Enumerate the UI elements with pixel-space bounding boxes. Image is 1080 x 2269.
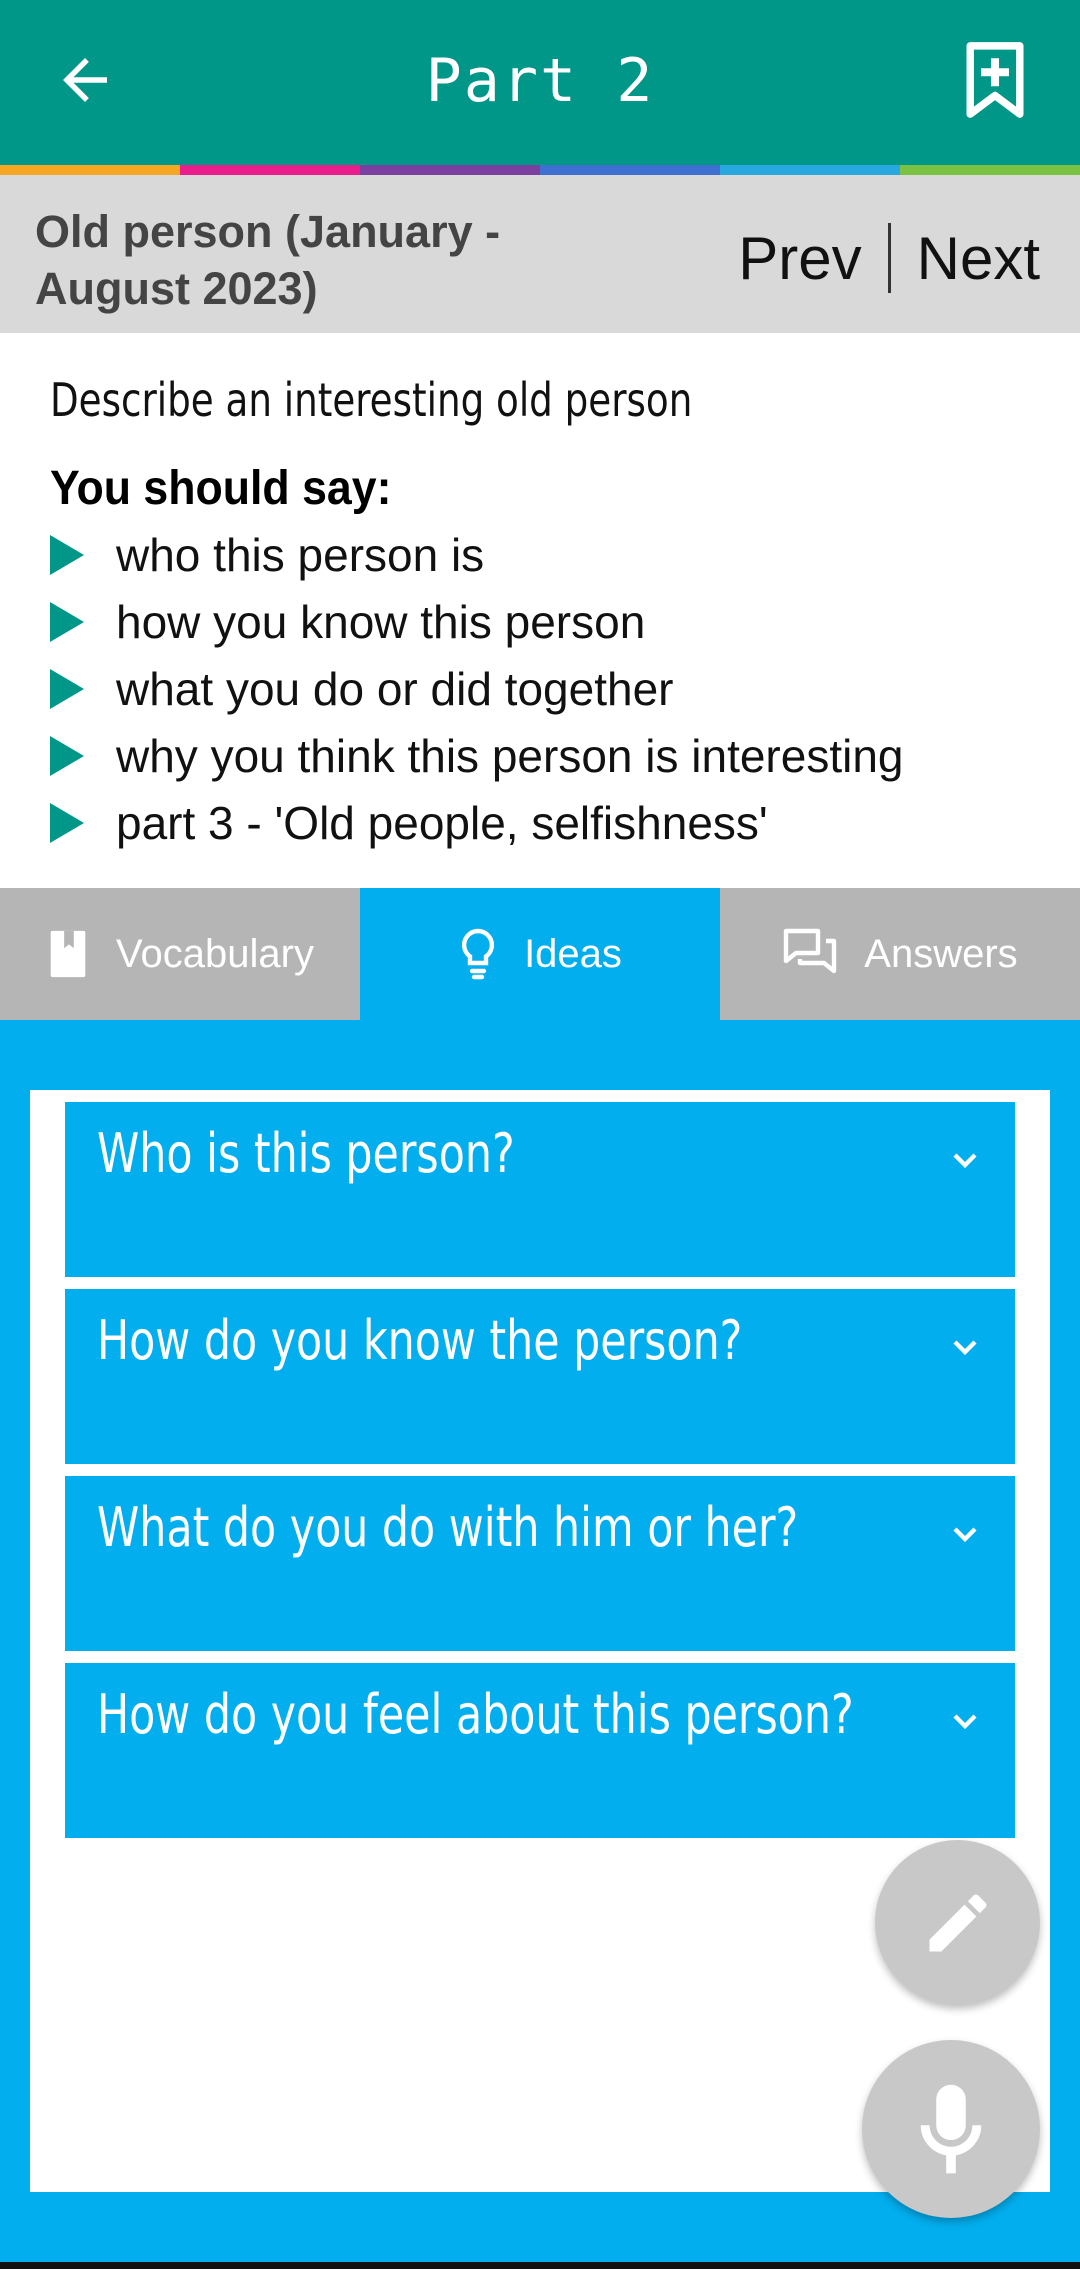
accordion-item[interactable]: How do you feel about this person? (65, 1663, 1015, 1838)
list-item: how you know this person (50, 588, 904, 655)
stripe-segment (540, 165, 720, 175)
color-stripe (0, 165, 1080, 175)
pagination: Prev Next (738, 223, 1040, 293)
topic-header: Old person (January - August 2023) Prev … (0, 175, 1080, 333)
page-title: Part 2 (425, 45, 655, 116)
book-icon (46, 929, 90, 979)
accordion-question: What do you do with him or her? (97, 1496, 799, 1559)
cue-point-text: how you know this person (116, 595, 646, 648)
ideas-panel: Who is this person? How do you know the … (30, 1090, 1050, 2192)
accordion-item[interactable]: Who is this person? (65, 1102, 1015, 1277)
cue-card: Describe an interesting old person You s… (0, 333, 1080, 888)
system-bottom-edge (0, 2262, 1080, 2269)
list-item: who this person is (50, 521, 904, 588)
accordion-question: How do you know the person? (97, 1309, 743, 1372)
stripe-segment (720, 165, 900, 175)
pencil-icon (929, 1893, 987, 1951)
arrow-back-icon (63, 58, 107, 102)
triangle-bullet-icon (50, 534, 84, 575)
cue-point-text: part 3 - 'Old people, selfishness' (116, 796, 768, 849)
microphone-icon (920, 2084, 982, 2174)
accordion-item[interactable]: How do you know the person? (65, 1289, 1015, 1464)
triangle-bullet-icon (50, 668, 84, 709)
back-button[interactable] (40, 35, 130, 125)
bookmark-add-icon (966, 42, 1024, 118)
stripe-segment (180, 165, 360, 175)
should-say-heading: You should say: (50, 462, 392, 515)
tab-bar: Vocabulary Ideas Answers (0, 888, 1080, 1020)
accordion-item[interactable]: What do you do with him or her? (65, 1476, 1015, 1651)
list-item: what you do or did together (50, 655, 904, 722)
tab-ideas[interactable]: Ideas (360, 888, 720, 1020)
chevron-down-icon (953, 1340, 977, 1356)
cue-point-text: who this person is (116, 528, 485, 581)
stripe-segment (900, 165, 1080, 175)
cue-point-text: what you do or did together (116, 662, 674, 715)
chevron-down-icon (953, 1153, 977, 1169)
cue-points-list: who this person is how you know this per… (50, 521, 904, 856)
tab-vocabulary[interactable]: Vocabulary (0, 888, 360, 1020)
chevron-down-icon (953, 1527, 977, 1543)
cue-description: Describe an interesting old person (50, 373, 693, 427)
edit-fab[interactable] (875, 1840, 1040, 2005)
microphone-fab[interactable] (862, 2040, 1040, 2218)
chat-bubbles-icon (782, 927, 838, 981)
triangle-bullet-icon (50, 802, 84, 843)
tab-answers[interactable]: Answers (720, 888, 1080, 1020)
list-item: part 3 - 'Old people, selfishness' (50, 789, 904, 856)
next-button[interactable]: Next (917, 224, 1040, 293)
triangle-bullet-icon (50, 735, 84, 776)
accordion-question: Who is this person? (97, 1122, 515, 1185)
stripe-segment (360, 165, 540, 175)
tab-label: Ideas (524, 931, 622, 976)
lightbulb-icon (458, 927, 498, 981)
accordion-question: How do you feel about this person? (97, 1683, 854, 1746)
topic-title: Old person (January - August 2023) (35, 206, 501, 314)
triangle-bullet-icon (50, 601, 84, 642)
chevron-down-icon (953, 1714, 977, 1730)
divider (887, 223, 891, 293)
prev-button[interactable]: Prev (738, 224, 861, 293)
tab-label: Answers (864, 931, 1018, 976)
stripe-segment (0, 165, 180, 175)
app-bar: Part 2 (0, 0, 1080, 165)
tab-label: Vocabulary (116, 931, 314, 976)
bookmark-button[interactable] (950, 35, 1040, 125)
cue-point-text: why you think this person is interesting (116, 729, 904, 782)
list-item: why you think this person is interesting (50, 722, 904, 789)
